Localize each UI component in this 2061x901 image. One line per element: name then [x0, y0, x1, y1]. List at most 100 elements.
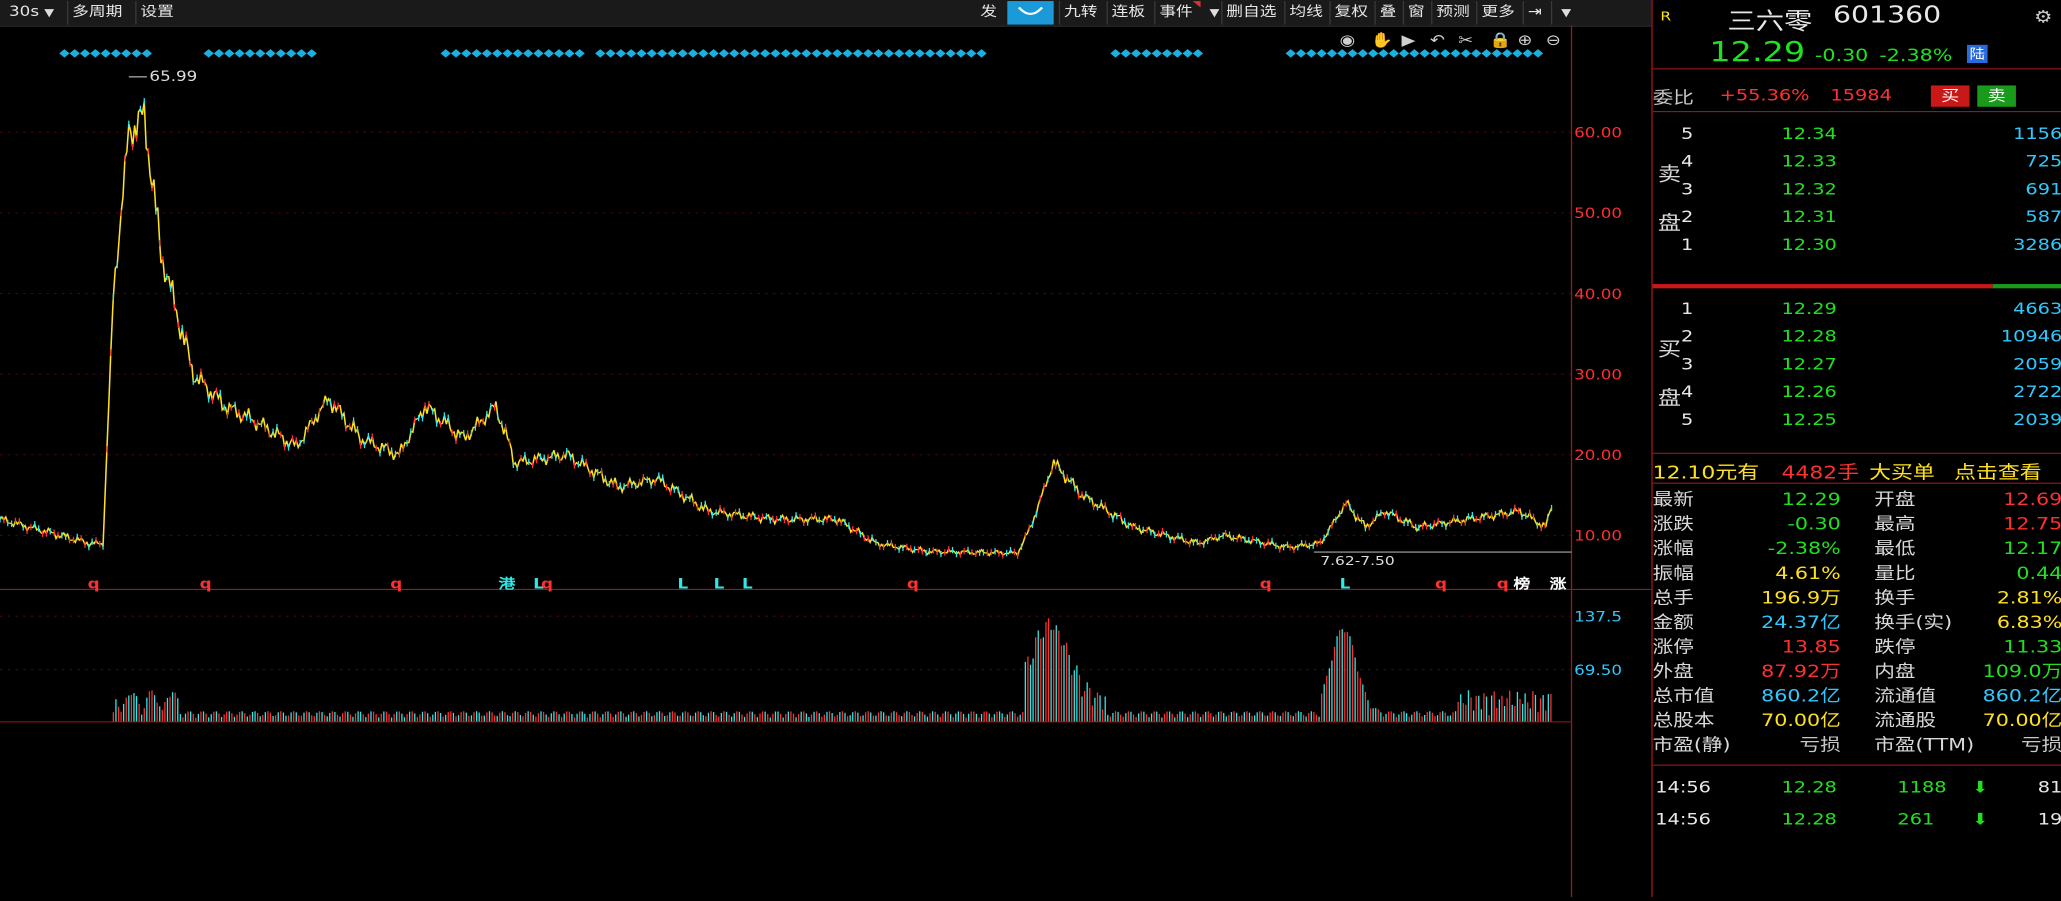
tick-row: 14:56 12.28 261 ⬇ 19	[1653, 803, 2061, 835]
asks-row[interactable]: 4 12.33 725	[1653, 147, 2061, 175]
level-number: 5	[1681, 123, 1694, 144]
chart-marker: L	[1340, 576, 1351, 592]
buy-side-label-1: 买	[1657, 338, 1682, 361]
smile-button[interactable]	[1007, 1, 1054, 25]
big-order-link[interactable]: 点击查看	[1954, 457, 2042, 483]
event-marker-icon	[533, 49, 544, 58]
event-marker-icon	[1110, 49, 1121, 58]
event-marker-icon	[244, 49, 256, 58]
event-marker-icon	[708, 49, 719, 58]
event-marker-icon	[832, 49, 843, 58]
overlay-button[interactable]: 叠	[1374, 1, 1400, 25]
tick-price: 12.28	[1781, 777, 1837, 797]
event-marker-icon	[1481, 49, 1492, 58]
level-number: 1	[1681, 234, 1694, 255]
order-price: 12.32	[1781, 179, 1837, 199]
ask-pressure-bar	[1652, 284, 1993, 289]
chart-toolbar: 30s ▼ 多周期 设置 发 九转 连板 事件 ▼ 删自选 均线 复权 叠 窗 预…	[0, 0, 1652, 27]
lianban-button[interactable]: 连板	[1106, 1, 1149, 25]
ma-line-button[interactable]: 均线	[1284, 1, 1327, 25]
quote-panel: R 三六零 601360 ⚙ 12.29 -0.30 -2.38% 陆 委比 +…	[1651, 0, 2061, 897]
event-marker-icon	[1367, 49, 1379, 58]
bids-row[interactable]: 3 12.27 2059	[1653, 350, 2061, 378]
period-selector[interactable]: 30s ▼	[5, 1, 58, 24]
stat-label: 金额	[1652, 611, 1694, 633]
asks-row[interactable]: 5 12.34 1156	[1653, 120, 2061, 148]
event-marker-icon	[1429, 49, 1441, 58]
event-marker-icon	[914, 49, 925, 58]
event-marker-icon	[275, 49, 286, 58]
event-marker-icon	[502, 49, 513, 58]
buy-button[interactable]: 买	[1930, 85, 1970, 107]
order-price: 12.29	[1781, 299, 1837, 319]
volume-axis-label: 69.50	[1574, 662, 1622, 678]
nine-turn-button[interactable]: 九转	[1058, 1, 1102, 25]
bids-row[interactable]: 5 12.25 2039	[1653, 406, 2061, 434]
event-marker-icon	[955, 49, 967, 58]
kline-chart-area[interactable]: 60.00 50.00 40.00 30.00 20.00 10.00 65.99 7.62-…	[0, 25, 1652, 898]
event-marker-icon	[759, 49, 771, 58]
chart-marker: q	[1497, 576, 1509, 592]
level-number: 1	[1681, 299, 1694, 319]
delete-watchlist-button[interactable]: 删自选	[1221, 1, 1280, 25]
event-marker-icon	[1347, 49, 1358, 58]
settings-button[interactable]: 设置	[135, 1, 178, 25]
level-number: 3	[1681, 179, 1694, 199]
expand-panel-button[interactable]: ⇥	[1522, 1, 1546, 25]
chart-marker: q	[88, 576, 100, 592]
menu-dropdown[interactable]: ▼	[1550, 1, 1575, 25]
event-marker-icon	[1120, 49, 1131, 58]
event-marker-icon	[1141, 49, 1152, 58]
window-button[interactable]: 窗	[1402, 1, 1429, 25]
stat-value: 11.33	[2003, 636, 2061, 657]
asks-row[interactable]: 2 12.31 587	[1653, 203, 2061, 231]
events-label: 事件	[1159, 4, 1193, 21]
multi-period-button[interactable]: 多周期	[66, 1, 126, 25]
event-marker-icon	[904, 49, 915, 58]
period-label: 30s	[9, 4, 40, 21]
stat-value: 6.83%	[1996, 611, 2061, 633]
event-marker-icon	[492, 49, 503, 58]
stat-value: 12.17	[2003, 538, 2061, 559]
y-axis-label: 30.00	[1574, 367, 1622, 383]
bids-row[interactable]: 1 12.29 4663	[1653, 295, 2061, 323]
chevron-down-icon: ▼	[1561, 7, 1572, 20]
sell-button[interactable]: 卖	[1977, 85, 2016, 107]
stat-label: 最新	[1652, 489, 1694, 510]
restore-rights-button[interactable]: 复权	[1329, 1, 1372, 25]
event-marker-icon	[255, 49, 266, 58]
level-number: 3	[1681, 354, 1694, 374]
divider	[1652, 764, 2061, 766]
asks-row[interactable]: 3 12.32 691	[1653, 175, 2061, 203]
events-dropdown[interactable]: ▼	[1201, 1, 1224, 24]
divider	[1652, 111, 2061, 113]
last-price: 12.29	[1709, 36, 1806, 69]
more-button[interactable]: 更多	[1476, 1, 1519, 25]
fa-button[interactable]: 发	[976, 1, 1000, 24]
stat-value: 13.85	[1781, 636, 1841, 657]
kline-chart[interactable]: 60.00 50.00 40.00 30.00 20.00 10.00 65.99 7.62-…	[0, 25, 1652, 898]
stat-value: 87.92万	[1761, 661, 1841, 682]
bids-row[interactable]: 4 12.26 2722	[1653, 378, 2061, 406]
predict-button[interactable]: 预测	[1431, 1, 1474, 25]
event-marker-icon	[1182, 49, 1193, 58]
stat-value: -0.30	[1787, 513, 1841, 534]
event-marker-icon	[1450, 49, 1461, 58]
event-marker-icon	[1172, 49, 1183, 58]
chevron-down-icon: ▼	[44, 7, 55, 20]
tick-row: 14:56 12.28 1188 ⬇ 81	[1653, 771, 2061, 803]
bids-row[interactable]: 2 12.28 10946	[1653, 322, 2061, 350]
event-marker-icon	[626, 49, 637, 58]
event-marker-icon	[656, 49, 668, 58]
event-marker-icon	[605, 49, 616, 58]
stat-label: 最低	[1874, 538, 1916, 559]
stat-label: 涨幅	[1652, 538, 1694, 559]
stat-label: 流通值	[1874, 685, 1937, 706]
event-marker-icon	[265, 49, 276, 58]
events-button[interactable]: 事件	[1154, 1, 1201, 25]
stat-value: 12.29	[1781, 489, 1841, 510]
event-marker-icon	[471, 49, 482, 58]
asks-row[interactable]: 1 12.30 3286	[1653, 231, 2061, 259]
gear-icon[interactable]: ⚙	[2034, 6, 2052, 26]
stat-label: 涨跌	[1652, 513, 1694, 534]
